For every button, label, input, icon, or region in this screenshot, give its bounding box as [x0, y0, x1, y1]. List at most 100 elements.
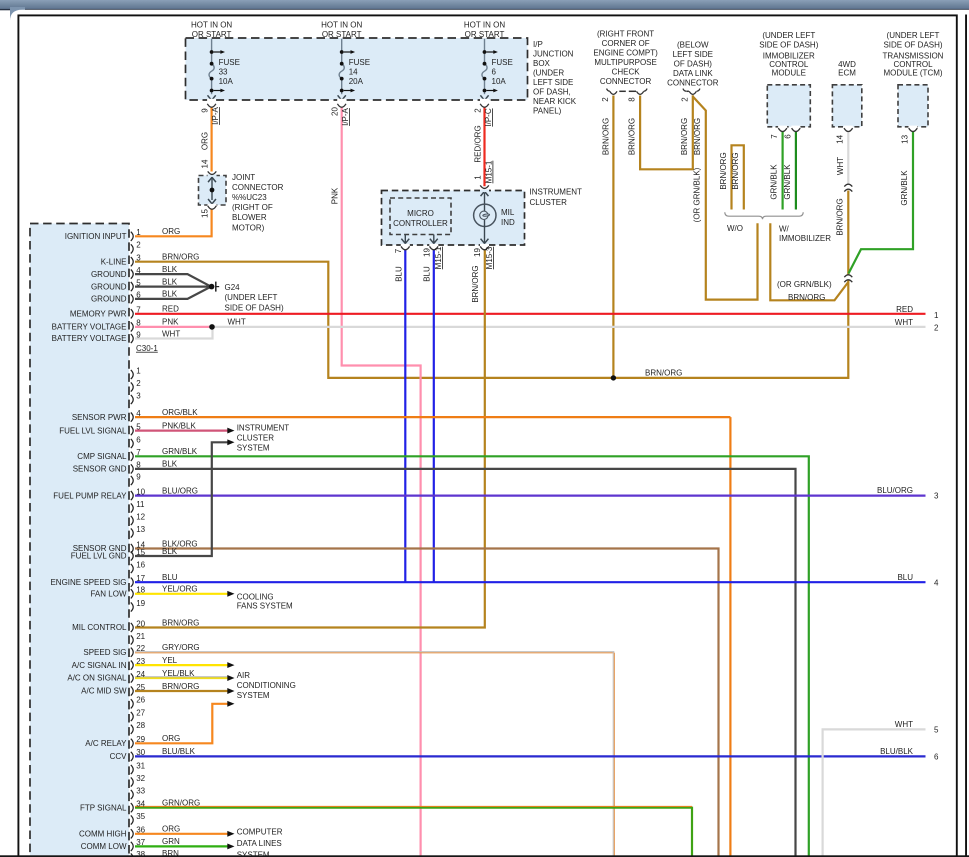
- svg-text:GRN/BLK: GRN/BLK: [783, 164, 792, 200]
- svg-text:DATA LINES: DATA LINES: [237, 839, 282, 848]
- svg-text:WHT: WHT: [836, 157, 845, 175]
- svg-text:30: 30: [136, 748, 145, 757]
- svg-text:MODULE: MODULE: [772, 68, 806, 77]
- svg-text:16: 16: [136, 560, 145, 569]
- svg-text:INSTRUMENT: INSTRUMENT: [237, 423, 290, 432]
- svg-text:13: 13: [136, 525, 145, 534]
- svg-text:3: 3: [136, 254, 141, 263]
- svg-text:(UNDER LEFT: (UNDER LEFT: [762, 31, 815, 40]
- svg-text:COMM HIGH: COMM HIGH: [79, 830, 127, 839]
- svg-text:FAN LOW: FAN LOW: [90, 590, 126, 599]
- svg-text:(BELOW: (BELOW: [677, 40, 709, 49]
- svg-text:ENGINE SPEED SIG: ENGINE SPEED SIG: [50, 578, 126, 587]
- svg-text:5: 5: [934, 725, 939, 734]
- svg-text:I/P-A: I/P-A: [341, 107, 350, 125]
- svg-text:25: 25: [136, 683, 145, 692]
- svg-text:BLU: BLU: [897, 573, 913, 582]
- svg-text:GROUND: GROUND: [91, 282, 127, 291]
- svg-text:RED: RED: [162, 305, 179, 314]
- svg-text:27: 27: [136, 708, 145, 717]
- svg-text:AIR: AIR: [237, 671, 251, 680]
- svg-text:8: 8: [136, 461, 141, 470]
- svg-text:I/P-C: I/P-C: [484, 108, 493, 126]
- svg-text:I/P-A: I/P-A: [211, 106, 220, 124]
- svg-text:6: 6: [136, 291, 141, 300]
- svg-text:BLK: BLK: [162, 277, 178, 286]
- svg-text:HOT IN ON: HOT IN ON: [321, 20, 362, 29]
- svg-text:ORG: ORG: [162, 825, 180, 834]
- svg-text:14: 14: [200, 159, 209, 168]
- svg-text:14: 14: [836, 134, 845, 143]
- svg-text:PNK: PNK: [162, 318, 179, 327]
- svg-text:7: 7: [394, 248, 403, 253]
- svg-text:7: 7: [770, 134, 779, 139]
- svg-text:NEAR KICK: NEAR KICK: [533, 97, 577, 106]
- svg-text:RED: RED: [896, 305, 913, 314]
- svg-text:8: 8: [136, 319, 141, 328]
- svg-text:GRY/ORG: GRY/ORG: [162, 643, 200, 652]
- svg-text:12: 12: [136, 512, 145, 521]
- svg-text:BLU/BLK: BLU/BLK: [162, 747, 196, 756]
- svg-text:14: 14: [349, 67, 358, 76]
- svg-text:6: 6: [784, 134, 793, 139]
- svg-text:OR START: OR START: [192, 30, 232, 39]
- svg-text:A/C RELAY: A/C RELAY: [85, 739, 127, 748]
- svg-text:18: 18: [136, 586, 145, 595]
- svg-text:37: 37: [136, 838, 145, 847]
- svg-text:CLUSTER: CLUSTER: [530, 198, 568, 207]
- svg-text:FUEL LVL GND: FUEL LVL GND: [71, 552, 127, 561]
- svg-text:4: 4: [136, 266, 141, 275]
- svg-text:10A: 10A: [492, 77, 507, 86]
- svg-text:BRN/ORG: BRN/ORG: [693, 118, 702, 155]
- svg-text:COOLING: COOLING: [237, 592, 274, 601]
- svg-text:2: 2: [473, 108, 482, 113]
- svg-text:28: 28: [136, 721, 145, 730]
- svg-text:YEL/ORG: YEL/ORG: [162, 585, 198, 594]
- svg-text:COMM LOW: COMM LOW: [81, 842, 127, 851]
- svg-text:JOINT: JOINT: [232, 173, 255, 182]
- svg-text:ENGINE COMPT): ENGINE COMPT): [593, 49, 658, 58]
- svg-text:SIDE OF DASH): SIDE OF DASH): [225, 303, 284, 312]
- svg-text:ORG: ORG: [162, 734, 180, 743]
- svg-text:GRN: GRN: [162, 837, 180, 846]
- svg-text:SIDE OF DASH): SIDE OF DASH): [759, 40, 818, 49]
- svg-text:GROUND: GROUND: [91, 270, 127, 279]
- svg-text:(UNDER: (UNDER: [533, 69, 564, 78]
- svg-text:BLOWER: BLOWER: [232, 213, 267, 222]
- svg-text:BLU: BLU: [394, 266, 403, 282]
- svg-text:SENSOR PWR: SENSOR PWR: [72, 413, 127, 422]
- svg-text:GROUND: GROUND: [91, 295, 127, 304]
- svg-text:BLU/BLK: BLU/BLK: [880, 747, 914, 756]
- svg-text:BRN/ORG: BRN/ORG: [471, 265, 480, 302]
- svg-text:32: 32: [136, 774, 145, 783]
- svg-text:LEFT SIDE: LEFT SIDE: [533, 78, 573, 87]
- svg-text:20A: 20A: [349, 77, 364, 86]
- svg-text:MULTIPURPOSE: MULTIPURPOSE: [594, 58, 657, 67]
- svg-text:MIL CONTROL: MIL CONTROL: [72, 623, 127, 632]
- svg-text:PNK: PNK: [330, 187, 339, 204]
- svg-text:SPEED SIG: SPEED SIG: [83, 648, 126, 657]
- svg-text:BRN/ORG: BRN/ORG: [162, 253, 199, 262]
- svg-text:BATTERY VOLTAGE: BATTERY VOLTAGE: [52, 323, 127, 332]
- svg-text:ORG/BLK: ORG/BLK: [162, 408, 198, 417]
- svg-text:15: 15: [136, 548, 145, 557]
- svg-text:7: 7: [136, 448, 141, 457]
- svg-text:BLU/ORG: BLU/ORG: [877, 486, 913, 495]
- svg-text:BLK: BLK: [162, 547, 178, 556]
- svg-text:11: 11: [136, 500, 145, 509]
- svg-text:31: 31: [136, 761, 145, 770]
- svg-text:9: 9: [136, 330, 141, 339]
- svg-text:2: 2: [136, 241, 141, 250]
- svg-text:7: 7: [136, 306, 141, 315]
- svg-text:GRN/BLK: GRN/BLK: [769, 164, 778, 200]
- svg-text:(UNDER LEFT: (UNDER LEFT: [887, 31, 940, 40]
- svg-text:6: 6: [492, 67, 497, 76]
- svg-text:W/: W/: [779, 225, 790, 234]
- svg-text:W/O: W/O: [727, 224, 743, 233]
- svg-text:(OR GRN/BLK): (OR GRN/BLK): [693, 167, 702, 222]
- svg-text:BLU: BLU: [423, 266, 432, 282]
- svg-text:M15-1: M15-1: [485, 160, 494, 183]
- svg-text:20: 20: [330, 107, 339, 116]
- svg-text:29: 29: [136, 735, 145, 744]
- svg-text:JUNCTION: JUNCTION: [533, 50, 574, 59]
